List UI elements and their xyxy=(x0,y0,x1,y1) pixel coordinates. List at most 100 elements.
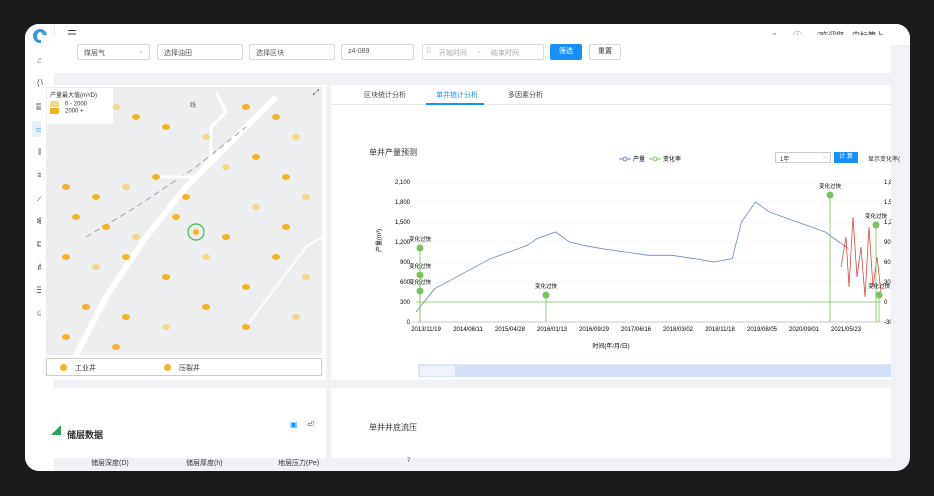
well-marker[interactable] xyxy=(282,174,290,180)
annotation-label: 变化过快 xyxy=(409,278,432,286)
well-marker[interactable] xyxy=(112,344,120,350)
well-marker[interactable] xyxy=(172,214,180,220)
storage-chart-icon xyxy=(50,426,61,435)
series-line-production xyxy=(415,201,849,313)
analysis-tabs: 区块统计分析 单井统计分析 多因素分析 xyxy=(331,85,891,105)
well-marker[interactable] xyxy=(122,314,130,320)
well-marker[interactable] xyxy=(162,124,170,130)
well-marker[interactable] xyxy=(302,194,310,200)
well-marker[interactable] xyxy=(252,154,260,160)
y2-tick-label: 1,20 xyxy=(884,220,891,226)
well-marker[interactable] xyxy=(202,304,210,310)
map-svg xyxy=(62,91,322,355)
well-marker[interactable] xyxy=(292,134,300,140)
well-marker[interactable] xyxy=(242,104,250,110)
chart-annotations: 变化过快变化过快变化过快变化过快变化过快变化过快变化过快 xyxy=(409,182,891,322)
well-input[interactable]: z4-089 xyxy=(341,44,414,60)
calendar-icon: ▯ xyxy=(427,47,431,54)
well-marker[interactable] xyxy=(202,134,210,140)
x-axis-ticks: 2013/11/19 2014/08/11 2015/04/28 2016/01/13… xyxy=(411,327,861,333)
legend-label-low: 0 - 2000 xyxy=(65,101,88,108)
well-marker[interactable] xyxy=(82,304,90,310)
well-marker[interactable] xyxy=(102,224,110,230)
x-axis-title: 时间(年/月/日) xyxy=(592,342,629,350)
annotation-pin[interactable] xyxy=(826,191,834,199)
x-tick-label: 2017/06/16 xyxy=(621,327,652,333)
well-marker[interactable] xyxy=(202,254,210,260)
legend-label-rate: 变化率 xyxy=(663,155,681,163)
well-marker[interactable] xyxy=(222,234,230,240)
gas-type-select[interactable]: 煤层气 ⌄ xyxy=(77,44,150,60)
annotation-pin[interactable] xyxy=(416,287,424,295)
well-marker[interactable] xyxy=(302,274,310,280)
range-separator: → xyxy=(475,48,482,55)
well-marker[interactable] xyxy=(62,184,70,190)
y-tick-label: 300 xyxy=(400,300,411,306)
y2-axis-ticks: -3003060901,201,501,80 xyxy=(884,180,891,326)
legend-marker-rate xyxy=(652,156,658,162)
exit-icon[interactable]: ⏎ xyxy=(307,420,314,429)
well-marker[interactable] xyxy=(252,204,260,210)
expand-icon[interactable]: ⤢ xyxy=(313,88,319,98)
annotation-pin[interactable] xyxy=(875,291,883,299)
well-marker[interactable] xyxy=(92,194,100,200)
chevron-down-icon: ⌄ xyxy=(138,48,144,55)
annotation-pin[interactable] xyxy=(872,221,880,229)
production-chart: 产量 变化率 产量(m³) 03006009001,2001,5001,8002… xyxy=(375,155,891,377)
selected-well-marker[interactable] xyxy=(193,229,199,235)
filter-button[interactable]: 筛选 xyxy=(550,44,582,60)
well-marker[interactable] xyxy=(72,214,80,220)
well-marker[interactable] xyxy=(242,284,250,290)
well-marker[interactable] xyxy=(182,194,190,200)
well-marker[interactable] xyxy=(122,254,130,260)
annotation-label: 变化过快 xyxy=(819,182,842,190)
well-marker[interactable] xyxy=(272,254,280,260)
annotation-label: 变化过快 xyxy=(865,212,888,220)
annotation-label: 变化过快 xyxy=(868,282,891,290)
legend-swatch-low xyxy=(50,101,59,107)
well-marker[interactable] xyxy=(152,174,160,180)
well-marker[interactable] xyxy=(122,184,130,190)
date-range-picker[interactable]: ▯ 开始时间 → 结束时间 xyxy=(422,44,544,60)
well-marker[interactable] xyxy=(132,114,140,120)
field-select[interactable]: 选择油田 xyxy=(157,44,243,60)
annotation-pin[interactable] xyxy=(542,291,550,299)
legend-label-high: 2000 + xyxy=(65,108,84,115)
fracturing-well-icon xyxy=(164,364,171,371)
chart-legend: 产量 变化率 xyxy=(619,155,681,163)
well-marker[interactable] xyxy=(62,334,70,340)
save-icon[interactable]: ▣ xyxy=(290,420,298,429)
well-value: z4-089 xyxy=(348,48,370,55)
storage-col-depth: 储层深度(D) xyxy=(91,460,129,467)
well-marker[interactable] xyxy=(162,324,170,330)
tab-single-well-stats[interactable]: 单井统计分析 xyxy=(436,90,478,100)
annotation-pin[interactable] xyxy=(416,244,424,252)
well-marker[interactable] xyxy=(62,254,70,260)
storage-title: 储层数据 xyxy=(67,430,104,440)
well-marker[interactable] xyxy=(92,264,100,270)
field-placeholder: 选择油田 xyxy=(164,50,192,57)
industrial-well-icon xyxy=(60,364,67,371)
annotation-pin[interactable] xyxy=(416,271,424,279)
tab-multi-factor[interactable]: 多因素分析 xyxy=(508,90,543,100)
legend-marker-production xyxy=(622,156,628,162)
well-marker[interactable] xyxy=(162,274,170,280)
tab-block-stats[interactable]: 区块统计分析 xyxy=(364,90,406,100)
well-marker[interactable] xyxy=(272,114,280,120)
y2-tick-label: 90 xyxy=(884,240,891,246)
x-tick-label: 2013/11/19 xyxy=(411,327,441,333)
well-marker[interactable] xyxy=(242,324,250,330)
block-select[interactable]: 选择区块 xyxy=(249,44,335,60)
well-marker[interactable] xyxy=(132,234,140,240)
x-tick-label: 2014/08/11 xyxy=(453,327,483,333)
time-range-selection[interactable] xyxy=(455,365,891,377)
well-marker[interactable] xyxy=(112,104,120,110)
storage-col-pressure: 地层压力(Pe) xyxy=(278,460,320,467)
well-marker[interactable] xyxy=(292,314,300,320)
block-placeholder: 选择区块 xyxy=(256,50,284,57)
well-marker[interactable] xyxy=(222,164,230,170)
reset-button[interactable]: 重置 xyxy=(589,44,621,60)
y-axis-ticks: 03006009001,2001,5001,8002,100 xyxy=(395,180,881,326)
well-map[interactable]: 产量最大值(m³/D) 0 - 2000 2000 + 线 ⤢ xyxy=(46,87,322,355)
well-marker[interactable] xyxy=(282,224,290,230)
